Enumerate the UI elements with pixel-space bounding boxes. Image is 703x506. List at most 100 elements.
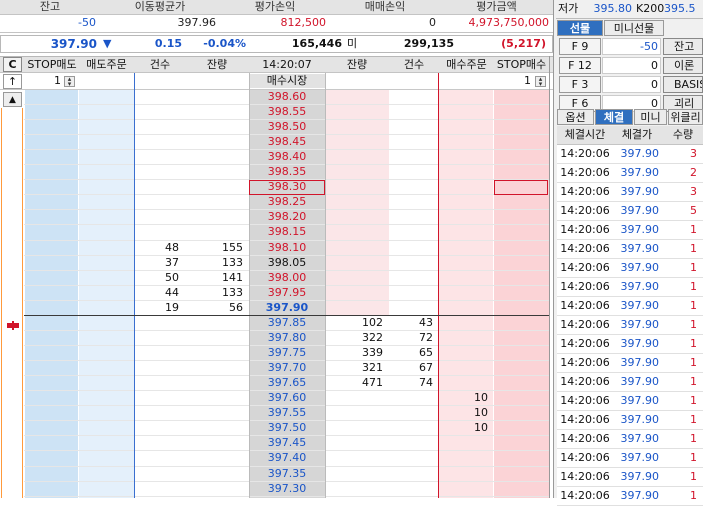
trade-header-qty: 수량 <box>672 128 694 141</box>
fkey-button[interactable]: F 9 <box>559 38 601 55</box>
buy-order-column[interactable] <box>439 90 493 498</box>
ask-price[interactable]: 398.25 <box>249 195 325 209</box>
trade-time: 14:20:06 <box>560 394 610 407</box>
scroll-up-button[interactable]: ▲ <box>3 92 22 107</box>
bid-count: 65 <box>419 346 433 360</box>
current-price: 397.90 <box>50 37 97 51</box>
ask-remain: 133 <box>222 255 243 269</box>
bid-price[interactable]: 397.55 <box>249 406 325 420</box>
ask-price[interactable]: 398.45 <box>249 135 325 149</box>
fkey-button[interactable]: F 3 <box>559 76 601 93</box>
grid-header-3: 잔량 <box>206 58 228 71</box>
stop-buy-column[interactable] <box>494 90 549 498</box>
bid-price[interactable]: 397.75 <box>249 346 325 360</box>
ask-count: 48 <box>165 240 179 254</box>
grid-row-line <box>24 495 549 497</box>
tab-mini-futures[interactable]: 미니선물 <box>604 20 664 36</box>
ask-price[interactable]: 397.90 <box>249 301 325 315</box>
ask-price[interactable]: 398.35 <box>249 165 325 179</box>
up-marker: ↑ <box>3 74 22 89</box>
fkey-value-input[interactable]: 0 <box>602 76 661 93</box>
stop-sell-qty[interactable]: 1 <box>27 74 61 88</box>
bid-price[interactable]: 397.50 <box>249 421 325 435</box>
bid-price[interactable]: 397.45 <box>249 436 325 450</box>
tab-futures[interactable]: 선물 <box>557 20 603 36</box>
divider <box>134 73 135 498</box>
trade-qty: 1 <box>690 356 697 369</box>
grid-header-6: 건수 <box>403 58 425 71</box>
ask-price[interactable]: 398.40 <box>249 150 325 164</box>
tab-options[interactable]: 옵션 <box>557 109 594 125</box>
trade-time: 14:20:06 <box>560 337 610 350</box>
bid-price[interactable]: 397.80 <box>249 331 325 345</box>
side-button-0[interactable]: 잔고 <box>663 38 703 55</box>
tab-mini[interactable]: 미니 <box>634 109 667 125</box>
trade-qty: 5 <box>690 204 697 217</box>
trade-price: 397.90 <box>620 242 660 255</box>
trade-time: 14:20:06 <box>560 261 610 274</box>
k200-value: 395.5 <box>664 2 696 15</box>
trade-qty: 1 <box>690 413 697 426</box>
stop-buy-qty[interactable]: 1 <box>496 74 531 88</box>
fkey-button[interactable]: F 12 <box>559 57 601 74</box>
ask-price[interactable]: 398.00 <box>249 271 325 285</box>
stop-sell-qty-spinner[interactable]: ▴ ▾ <box>64 76 75 88</box>
trade-price: 397.90 <box>620 166 660 179</box>
ask-price[interactable]: 398.20 <box>249 210 325 224</box>
ask-price[interactable]: 398.50 <box>249 120 325 134</box>
summary-label: 평가손익 <box>254 0 296 13</box>
price-highlight-box <box>249 180 325 195</box>
trade-price: 397.90 <box>620 451 660 464</box>
bid-count: 74 <box>419 376 433 390</box>
ask-price[interactable]: 398.55 <box>249 105 325 119</box>
trade-price: 397.90 <box>620 394 660 407</box>
ask-price[interactable]: 398.05 <box>249 256 325 270</box>
bid-price[interactable]: 397.40 <box>249 451 325 465</box>
buy-order-qty[interactable]: 10 <box>439 391 488 405</box>
trade-time: 14:20:06 <box>560 356 610 369</box>
stop-buy-qty-spinner[interactable]: ▴ ▾ <box>535 76 546 88</box>
side-button-2[interactable]: BASIS <box>663 76 703 93</box>
bid-price[interactable]: 397.85 <box>249 316 325 330</box>
bid-price[interactable]: 397.65 <box>249 376 325 390</box>
ask-price[interactable]: 398.10 <box>249 241 325 255</box>
divider <box>549 56 550 498</box>
fkey-value-input[interactable]: -50 <box>602 38 661 55</box>
stop-buy-highlight-box <box>494 180 548 195</box>
ask-count: 44 <box>165 285 179 299</box>
grid-header-0: STOP매도 <box>27 58 77 71</box>
trade-qty: 2 <box>690 166 697 179</box>
bid-count: 67 <box>419 361 433 375</box>
fkey-value-input[interactable]: 0 <box>602 57 661 74</box>
tab-trades[interactable]: 체결 <box>595 109 633 125</box>
market-label[interactable]: 매수시장 <box>249 74 325 88</box>
summary-value: -50 <box>78 16 96 29</box>
ask-price[interactable]: 398.60 <box>249 90 325 104</box>
tab-weekly[interactable]: 위클리 <box>668 109 703 125</box>
down-arrow-icon: ▼ <box>103 37 112 50</box>
price-change: 0.15 <box>154 37 182 50</box>
bid-price[interactable]: 397.35 <box>249 467 325 481</box>
buy-order-qty[interactable]: 10 <box>439 421 488 435</box>
trade-price: 397.90 <box>620 280 660 293</box>
bid-price[interactable]: 397.30 <box>249 482 325 496</box>
grid-header-2: 건수 <box>149 58 171 71</box>
buy-order-qty[interactable]: 10 <box>439 406 488 420</box>
ask-price[interactable]: 397.95 <box>249 286 325 300</box>
summary-label: 잔고 <box>39 0 61 13</box>
stop-sell-column[interactable] <box>25 90 78 498</box>
ask-price[interactable]: 398.15 <box>249 225 325 239</box>
c-button[interactable]: C <box>3 57 22 72</box>
trade-header-time: 체결시간 <box>564 128 606 141</box>
mid-divider <box>24 315 549 316</box>
bid-price[interactable]: 397.60 <box>249 391 325 405</box>
side-button-1[interactable]: 이론가 <box>663 57 703 74</box>
grid-header-4: 14:20:07 <box>262 58 312 71</box>
grid-header-8: STOP매수 <box>496 58 547 71</box>
divider <box>249 73 250 498</box>
bid-count: 72 <box>419 331 433 345</box>
bid-price[interactable]: 397.70 <box>249 361 325 375</box>
open-interest: 299,135 <box>403 37 454 50</box>
sell-order-column[interactable] <box>79 90 134 498</box>
trade-price: 397.90 <box>620 413 660 426</box>
